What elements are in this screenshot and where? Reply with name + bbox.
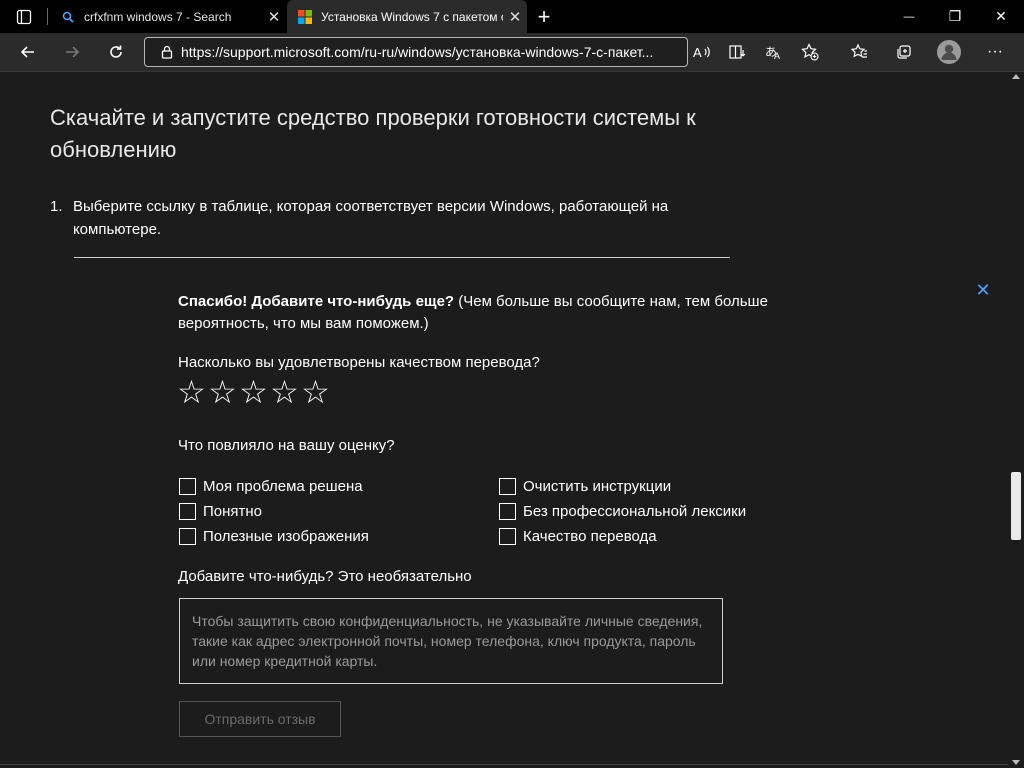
more-menu-icon[interactable]: ··· [977,33,1013,71]
forward-arrow-icon[interactable] [54,33,90,71]
submit-feedback-button[interactable]: Отправить отзыв [179,701,341,737]
reason-question: Что повлияло на вашу оценку? [178,437,395,454]
scroll-up-icon[interactable] [1012,74,1020,79]
checkbox-box[interactable] [179,528,196,545]
rating-question: Насколько вы удовлетворены качеством пер… [178,354,540,371]
page-bottom-divider [0,764,1008,768]
favorites-icon[interactable] [841,33,877,71]
star-2-icon[interactable]: ☆ [207,375,238,409]
checkbox-problem-solved[interactable]: Моя проблема решена [179,478,363,495]
close-window-button[interactable]: ✕ [978,0,1024,33]
divider [74,257,730,258]
tab-bar: crfxfnm windows 7 - Search ✕ Установка W… [0,0,1024,33]
feedback-intro: Спасибо! Добавите что-нибудь еще? (Чем б… [178,291,808,335]
star-rating: ☆ ☆ ☆ ☆ ☆ [176,375,331,409]
address-bar[interactable]: https://support.microsoft.com/ru-ru/wind… [144,37,688,67]
checkbox-clear-instructions[interactable]: Очистить инструкции [499,478,671,495]
browser-toolbar: https://support.microsoft.com/ru-ru/wind… [0,33,1024,72]
checkbox-box[interactable] [499,528,516,545]
microsoft-logo-icon [297,9,313,25]
checkbox-label: Моя проблема решена [203,478,363,495]
tab-actions-icon[interactable] [6,0,42,33]
star-4-icon[interactable]: ☆ [269,375,300,409]
scrollbar[interactable] [1008,72,1024,768]
add-favorite-icon[interactable] [792,33,828,71]
checkbox-box[interactable] [179,503,196,520]
read-aloud-icon[interactable]: A [684,33,720,71]
checkbox-box[interactable] [499,478,516,495]
checkbox-label: Понятно [203,503,263,520]
close-feedback-icon[interactable]: ✕ [974,281,992,299]
scrollbar-thumb[interactable] [1011,472,1021,540]
checkbox-label: Полезные изображения [203,528,369,545]
url-text: https://support.microsoft.com/ru-ru/wind… [181,44,654,60]
svg-text:A: A [774,51,780,60]
page-content: Скачайте и запустите средство проверки г… [0,72,1008,768]
refresh-icon[interactable] [98,33,134,71]
translate-icon[interactable]: あA [756,33,792,71]
step-text: Выберите ссылку в таблице, которая соотв… [72,198,669,238]
collections-icon[interactable] [886,33,922,71]
back-arrow-icon[interactable] [10,33,46,71]
checkbox-translation-quality[interactable]: Качество перевода [499,528,657,545]
section-heading: Скачайте и запустите средство проверки г… [50,105,696,162]
immersive-reader-icon[interactable] [720,33,756,71]
minimize-button[interactable]: — [886,0,932,33]
svg-text:A: A [693,45,702,60]
search-icon [60,9,76,25]
checkbox-no-jargon[interactable]: Без профессиональной лексики [499,503,746,520]
lock-icon [161,45,173,59]
new-tab-button[interactable]: + [521,0,567,33]
star-3-icon[interactable]: ☆ [238,375,269,409]
step-item: 1. Выберите ссылку в таблице, которая со… [50,195,730,241]
tab-title: Установка Windows 7 с пакетом обновления… [321,9,503,24]
checkbox-label: Очистить инструкции [523,478,672,495]
tab-search[interactable]: crfxfnm windows 7 - Search ✕ [50,0,286,33]
checkbox-box[interactable] [179,478,196,495]
tab-windows-install[interactable]: Установка Windows 7 с пакетом обновления… [287,0,527,33]
star-1-icon[interactable]: ☆ [176,375,207,409]
profile-avatar[interactable] [931,33,967,71]
checkbox-box[interactable] [499,503,516,520]
checkbox-useful-images[interactable]: Полезные изображения [179,528,369,545]
checkbox-label: Качество перевода [523,528,657,545]
step-number: 1. [50,198,63,215]
maximize-button[interactable]: ❐ [932,0,978,33]
scroll-down-icon[interactable] [1012,760,1020,765]
checkbox-label: Без профессиональной лексики [523,503,747,520]
star-5-icon[interactable]: ☆ [300,375,331,409]
comment-textarea[interactable]: Чтобы защитить свою конфиденциальность, … [179,598,723,684]
close-tab-icon[interactable]: ✕ [262,8,286,26]
feedback-thanks-bold: Спасибо! Добавите что-нибудь еще? [178,293,455,310]
tab-title: crfxfnm windows 7 - Search [84,9,232,24]
comment-label: Добавите что-нибудь? Это необязательно [178,568,472,585]
tab-divider [47,8,48,25]
checkbox-clear[interactable]: Понятно [179,503,262,520]
